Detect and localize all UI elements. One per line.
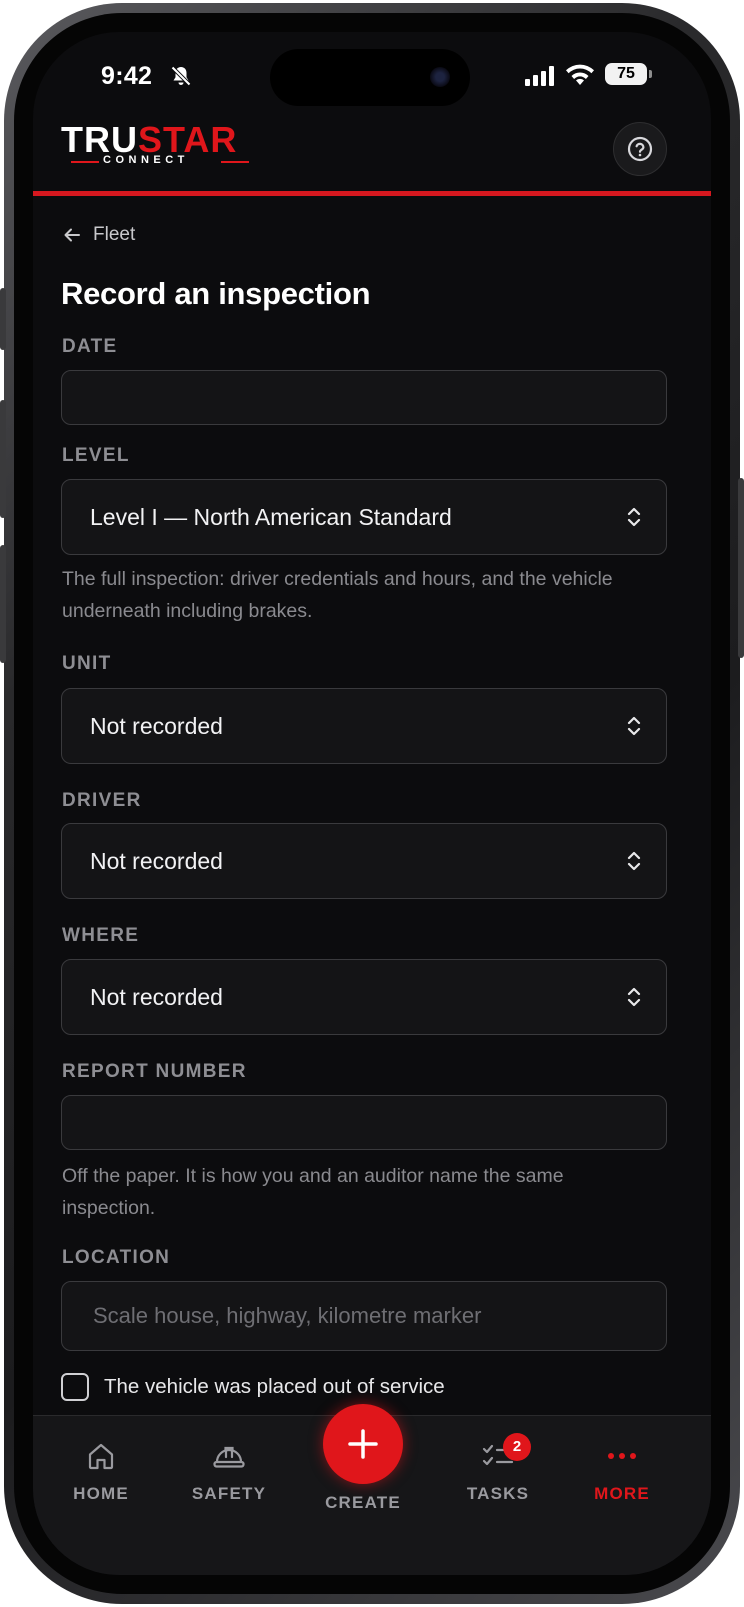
report-number-label: REPORT NUMBER xyxy=(62,1061,247,1082)
tasks-count-badge: 2 xyxy=(503,1433,531,1461)
home-icon xyxy=(88,1443,114,1470)
header-accent-rule xyxy=(33,191,711,196)
battery-indicator: 75 xyxy=(605,63,647,85)
location-placeholder: Scale house, highway, kilometre marker xyxy=(93,1303,482,1328)
level-value: Level I — North American Standard xyxy=(90,504,452,530)
chevron-up-down-icon xyxy=(627,716,641,736)
wifi-icon xyxy=(566,64,594,85)
out-of-service-row[interactable]: The vehicle was placed out of service xyxy=(61,1373,445,1401)
location-field[interactable]: Scale house, highway, kilometre marker xyxy=(61,1281,667,1351)
hard-hat-icon xyxy=(213,1446,245,1468)
level-help-text: The full inspection: driver credentials … xyxy=(62,568,613,622)
create-label: CREATE xyxy=(325,1493,401,1512)
plus-icon xyxy=(348,1429,378,1459)
logo-subtitle: CONNECT xyxy=(103,154,189,166)
out-of-service-label: The vehicle was placed out of service xyxy=(104,1375,445,1398)
page-title: Record an inspection xyxy=(61,276,371,311)
more-dots-icon xyxy=(608,1453,636,1459)
driver-select[interactable]: Not recorded xyxy=(61,823,667,899)
where-select[interactable]: Not recorded xyxy=(61,959,667,1035)
unit-label: UNIT xyxy=(62,653,112,674)
chevron-up-down-icon xyxy=(627,987,641,1007)
battery-nub xyxy=(649,70,652,78)
tab-more-label: MORE xyxy=(594,1484,650,1503)
volume-down-button xyxy=(0,545,6,663)
volume-up-button xyxy=(0,400,6,518)
unit-select[interactable]: Not recorded xyxy=(61,688,667,764)
create-button[interactable] xyxy=(323,1404,403,1484)
where-value: Not recorded xyxy=(90,984,223,1010)
level-label: LEVEL xyxy=(62,445,130,466)
bottom-tab-bar: HOME SAFETY CREATE TASKS 2 MORE xyxy=(33,1404,711,1575)
tab-home-label: HOME xyxy=(73,1484,129,1503)
app-screen: 9:42 75 TRUSTAR CONNECT Fleet Record an … xyxy=(33,32,711,1575)
cellular-signal-icon xyxy=(525,66,554,86)
chevron-up-down-icon xyxy=(627,851,641,871)
status-time: 9:42 xyxy=(101,62,153,90)
location-label: LOCATION xyxy=(62,1247,171,1268)
camera-dot xyxy=(430,67,450,87)
date-label: DATE xyxy=(62,336,118,357)
chevron-up-down-icon xyxy=(627,507,641,527)
logo-line-right xyxy=(221,161,249,163)
where-label: WHERE xyxy=(62,925,140,946)
driver-label: DRIVER xyxy=(62,790,142,811)
level-select[interactable]: Level I — North American Standard xyxy=(61,479,667,555)
trustar-logo: TRUSTAR CONNECT xyxy=(61,122,251,170)
tab-tasks-label: TASKS xyxy=(466,1484,530,1503)
tab-safety-label: SAFETY xyxy=(191,1484,267,1503)
action-button xyxy=(0,288,6,350)
question-circle-icon xyxy=(627,136,653,162)
logo-wordmark: TRUSTAR xyxy=(61,122,237,158)
arrow-left-icon xyxy=(64,228,80,242)
unit-value: Not recorded xyxy=(90,713,223,739)
dynamic-island xyxy=(270,49,470,106)
driver-value: Not recorded xyxy=(90,848,223,874)
bell-slash-icon xyxy=(171,66,191,86)
out-of-service-checkbox[interactable] xyxy=(61,1373,89,1401)
date-field[interactable] xyxy=(61,370,667,425)
report-number-field[interactable] xyxy=(61,1095,667,1150)
logo-line-left xyxy=(71,161,99,163)
back-link-label: Fleet xyxy=(93,224,136,245)
power-button xyxy=(738,478,744,658)
back-link[interactable]: Fleet xyxy=(63,224,135,246)
help-button[interactable] xyxy=(613,122,667,176)
report-number-help-text: Off the paper. It is how you and an audi… xyxy=(62,1165,564,1219)
